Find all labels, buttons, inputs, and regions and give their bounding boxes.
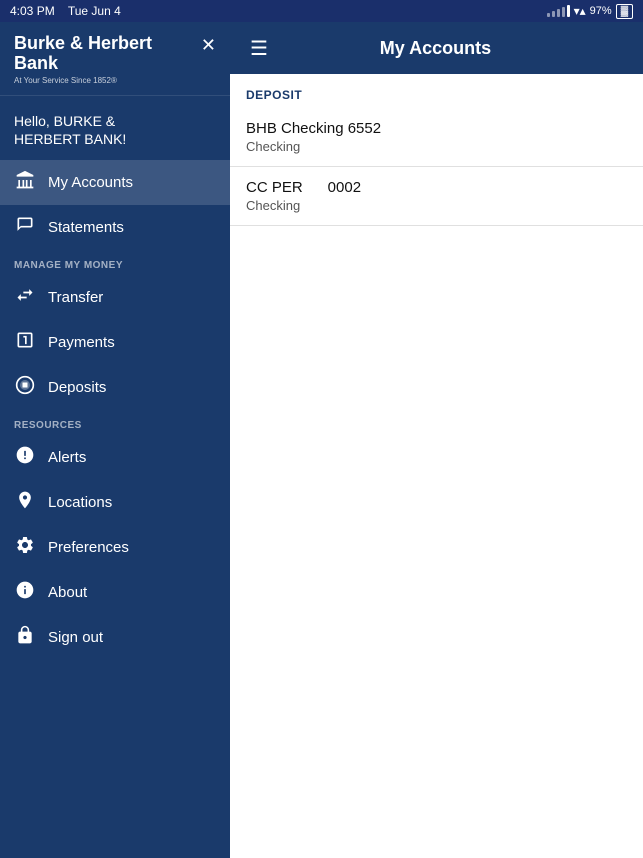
bank-name-text: Burke & Herbert (14, 33, 152, 53)
deposits-icon (14, 375, 36, 400)
status-bar: 4:03 PM Tue Jun 4 ▾▴ 97% ▓ (0, 0, 643, 22)
hamburger-button[interactable]: ☰ (250, 36, 268, 61)
signal-icon (547, 5, 570, 17)
sidebar-item-label-my-accounts: My Accounts (48, 174, 133, 191)
alerts-icon (14, 445, 36, 470)
location-icon (14, 490, 36, 515)
sidebar-item-label-payments: Payments (48, 334, 115, 351)
deposit-section-label: DEPOSIT (230, 74, 643, 108)
account-item-cc-per[interactable]: CC PER 0002 Checking (230, 167, 643, 226)
account-name-1: BHB Checking 6552 (246, 120, 627, 137)
transfer-icon (14, 285, 36, 310)
sidebar-item-preferences[interactable]: Preferences (0, 525, 230, 570)
status-indicators: ▾▴ 97% ▓ (547, 4, 633, 19)
close-button[interactable]: ✕ (201, 36, 216, 54)
sidebar-item-label-sign-out: Sign out (48, 629, 103, 646)
bank-icon (14, 170, 36, 195)
sidebar-item-label-about: About (48, 584, 87, 601)
account-list: DEPOSIT BHB Checking 6552 Checking CC PE… (230, 74, 643, 858)
sidebar-item-locations[interactable]: Locations (0, 480, 230, 525)
sidebar-item-alerts[interactable]: Alerts (0, 435, 230, 480)
sidebar-header: Burke & Herbert Bank At Your Service Sin… (0, 22, 230, 96)
sidebar-item-deposits[interactable]: Deposits (0, 365, 230, 410)
sidebar-item-label-locations: Locations (48, 494, 112, 511)
sidebar-item-label-alerts: Alerts (48, 449, 86, 466)
top-bar: ☰ My Accounts (230, 22, 643, 74)
app-container: Burke & Herbert Bank At Your Service Sin… (0, 22, 643, 858)
sidebar-item-payments[interactable]: Payments (0, 320, 230, 365)
about-icon (14, 580, 36, 605)
bank-tagline: At Your Service Since 1852® (14, 76, 152, 85)
resources-section-header: RESOURCES (0, 410, 230, 435)
manage-my-money-section-header: MANAGE MY MONEY (0, 250, 230, 275)
sidebar-item-label-deposits: Deposits (48, 379, 106, 396)
signout-icon (14, 625, 36, 650)
battery-icon: ▓ (616, 4, 633, 19)
status-time-date: 4:03 PM Tue Jun 4 (10, 4, 121, 18)
bank-name-text2: Bank (14, 53, 58, 73)
status-date: Tue Jun 4 (68, 4, 121, 18)
account-item-bhb-checking[interactable]: BHB Checking 6552 Checking (230, 108, 643, 167)
main-content: ☰ My Accounts DEPOSIT BHB Checking 6552 … (230, 22, 643, 858)
account-type-1: Checking (246, 139, 627, 154)
bank-name: Burke & Herbert Bank (14, 34, 152, 74)
status-time: 4:03 PM (10, 4, 55, 18)
sidebar-greeting: Hello, BURKE &HERBERT BANK! (0, 96, 230, 160)
account-type-2: Checking (246, 198, 627, 213)
sidebar-item-my-accounts[interactable]: My Accounts (0, 160, 230, 205)
sidebar-item-label-transfer: Transfer (48, 289, 103, 306)
account-name-2: CC PER 0002 (246, 179, 627, 196)
battery-percentage: 97% (590, 5, 612, 17)
statements-icon (14, 215, 36, 240)
page-title: My Accounts (284, 38, 623, 59)
sidebar-item-about[interactable]: About (0, 570, 230, 615)
sidebar: Burke & Herbert Bank At Your Service Sin… (0, 22, 230, 858)
sidebar-item-sign-out[interactable]: Sign out (0, 615, 230, 660)
sidebar-item-transfer[interactable]: Transfer (0, 275, 230, 320)
bank-logo: Burke & Herbert Bank At Your Service Sin… (14, 34, 152, 85)
sidebar-item-label-preferences: Preferences (48, 539, 129, 556)
sidebar-item-statements[interactable]: Statements (0, 205, 230, 250)
payments-icon (14, 330, 36, 355)
preferences-icon (14, 535, 36, 560)
wifi-icon: ▾▴ (574, 4, 586, 18)
sidebar-item-label-statements: Statements (48, 219, 124, 236)
